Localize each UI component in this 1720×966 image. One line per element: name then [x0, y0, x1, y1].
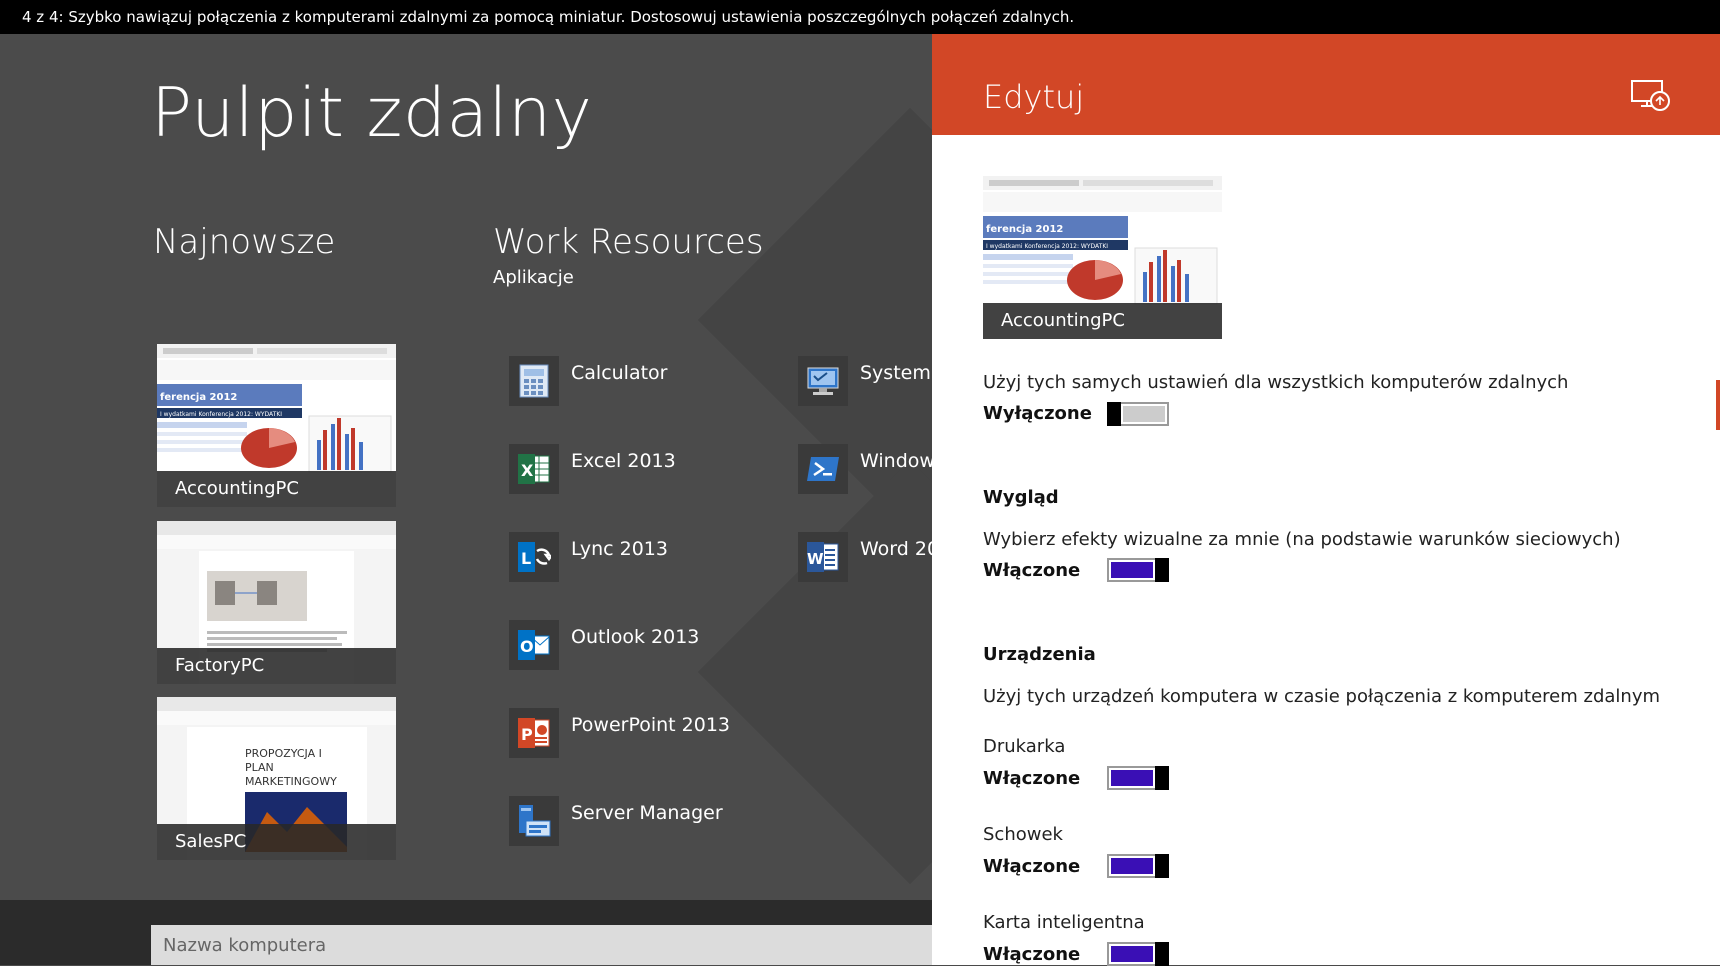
- app-label: Windows: [860, 450, 932, 472]
- background-diamond: [697, 459, 932, 885]
- app-title: Pulpit zdalny: [151, 74, 593, 153]
- visual-effects-state: Włączone: [983, 560, 1081, 581]
- panel-title: Edytuj: [983, 78, 1085, 116]
- appearance-header: Wygląd: [983, 487, 1059, 508]
- tile-label: SalesPC: [157, 824, 396, 860]
- same-settings-toggle[interactable]: [1107, 402, 1169, 426]
- recent-tile-factorypc[interactable]: FactoryPC: [157, 521, 396, 684]
- caption-bar: 4 z 4: Szybko nawiązuj połączenia z komp…: [0, 0, 1720, 34]
- panel-header: Edytuj: [932, 34, 1720, 135]
- svg-text:W: W: [807, 550, 824, 568]
- lync-icon: L: [509, 532, 559, 582]
- app-label: PowerPoint 2013: [571, 714, 731, 736]
- group-subheader-apps: Aplikacje: [493, 267, 574, 288]
- slide-title-line1: PROPOZYCJA I: [245, 747, 322, 760]
- tile-label: AccountingPC: [157, 471, 396, 507]
- thumb-banner: ferencja 2012: [986, 224, 1063, 235]
- svg-text:X: X: [521, 461, 534, 480]
- app-word[interactable]: W Word 20: [798, 532, 932, 584]
- app-label: Outlook 2013: [571, 626, 700, 648]
- printer-toggle[interactable]: [1107, 766, 1169, 790]
- outlook-icon: O: [509, 620, 559, 670]
- tile-label: FactoryPC: [157, 648, 396, 684]
- printer-state: Włączone: [983, 768, 1081, 789]
- system-config-icon: [798, 356, 848, 406]
- app-lync[interactable]: L Lync 2013: [509, 532, 668, 584]
- group-header-work-resources: Work Resources: [493, 222, 764, 262]
- visual-effects-label: Wybierz efekty wizualne za mnie (na pods…: [983, 529, 1621, 550]
- app-label: Excel 2013: [571, 450, 676, 472]
- smartcard-label: Karta inteligentna: [983, 912, 1145, 933]
- connection-preview: ferencja 2012 I wydatkami Konferencja 20…: [983, 176, 1222, 339]
- preview-label: AccountingPC: [983, 303, 1222, 339]
- group-header-recent: Najnowsze: [153, 222, 336, 262]
- clipboard-toggle[interactable]: [1107, 854, 1169, 878]
- edit-panel: Edytuj ferencja 2012 I wydatkami Konfere…: [932, 34, 1720, 966]
- slide-title-line3: MARKETINGOWY: [245, 775, 337, 788]
- devices-header: Urządzenia: [983, 644, 1096, 665]
- calculator-icon: [509, 356, 559, 406]
- thumb-subbanner: I wydatkami Konferencja 2012: WYDATKI: [986, 243, 1108, 250]
- app-outlook[interactable]: O Outlook 2013: [509, 620, 699, 672]
- clipboard-label: Schowek: [983, 824, 1063, 845]
- same-settings-label: Użyj tych samych ustawień dla wszystkich…: [983, 372, 1569, 393]
- computer-name-input[interactable]: [151, 925, 932, 965]
- smartcard-toggle[interactable]: [1107, 942, 1169, 966]
- svg-text:L: L: [521, 549, 531, 568]
- printer-label: Drukarka: [983, 736, 1066, 757]
- recent-tile-accountingpc[interactable]: ferencja 2012 I wydatkami Konferencja 20…: [157, 344, 396, 507]
- app-label: Lync 2013: [571, 538, 668, 560]
- app-label: Server Manager: [571, 802, 723, 824]
- slide-title-line2: PLAN: [245, 761, 274, 774]
- app-system-configuration[interactable]: System C: [798, 356, 932, 408]
- scroll-indicator: [1716, 380, 1720, 430]
- app-label: Word 20: [860, 538, 932, 560]
- app-label: Calculator: [571, 362, 668, 384]
- word-icon: W: [798, 532, 848, 582]
- clipboard-state: Włączone: [983, 856, 1081, 877]
- app-calculator[interactable]: Calculator: [509, 356, 667, 408]
- main-canvas: Pulpit zdalny Najnowsze Work Resources A…: [0, 34, 932, 900]
- thumb-banner: ferencja 2012: [160, 392, 237, 403]
- powershell-icon: [798, 444, 848, 494]
- svg-text:P: P: [521, 725, 533, 744]
- excel-icon: X: [509, 444, 559, 494]
- server-manager-icon: [509, 796, 559, 846]
- app-excel[interactable]: X Excel 2013: [509, 444, 676, 496]
- svg-text:O: O: [520, 637, 534, 656]
- app-server-manager[interactable]: Server Manager: [509, 796, 723, 848]
- visual-effects-toggle[interactable]: [1107, 558, 1169, 582]
- devices-description: Użyj tych urządzeń komputera w czasie po…: [983, 686, 1661, 707]
- app-windows-powershell[interactable]: Windows: [798, 444, 932, 496]
- smartcard-state: Włączone: [983, 944, 1081, 965]
- thumb-subbanner: I wydatkami Konferencja 2012: WYDATKI: [160, 411, 282, 418]
- app-powerpoint[interactable]: P PowerPoint 2013: [509, 708, 730, 760]
- same-settings-state: Wyłączone: [983, 403, 1092, 424]
- powerpoint-icon: P: [509, 708, 559, 758]
- recent-tile-salespc[interactable]: PROPOZYCJA I PLAN MARKETINGOWY SalesPC: [157, 697, 396, 860]
- remote-connection-settings-icon[interactable]: [1629, 76, 1673, 116]
- app-label: System C: [860, 362, 932, 384]
